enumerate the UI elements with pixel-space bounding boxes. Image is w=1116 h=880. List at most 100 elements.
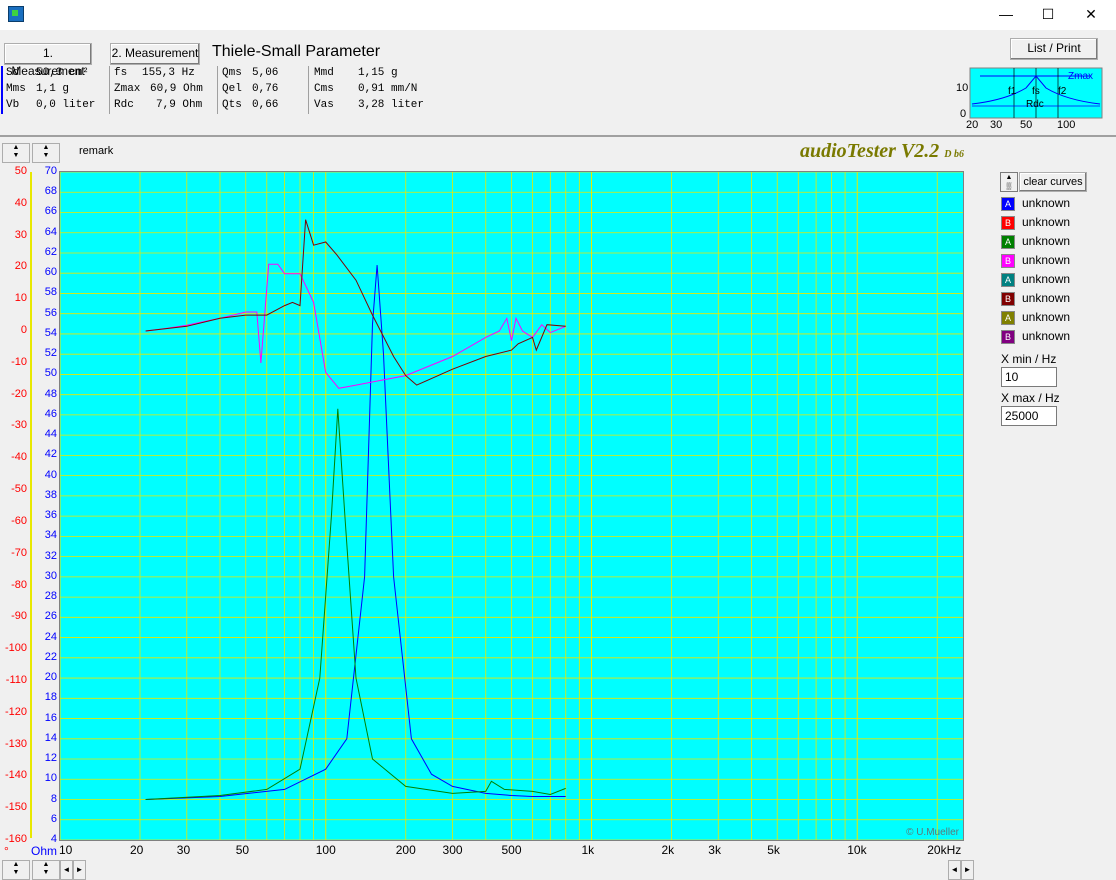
legend-label: unknown — [1022, 215, 1071, 229]
legend-scroll-spinner[interactable]: ▲ ▒ — [1000, 172, 1018, 192]
param-qel-value: 0,76 — [252, 83, 279, 95]
left-axis-scale-spinner[interactable]: ▲ ▼ — [2, 143, 30, 163]
mini-reference-chart: Zmax f1 fs f2 Rdc 10 0 20 30 50 100 — [956, 66, 1104, 132]
x-axis-tick: 20kHz — [927, 843, 962, 857]
param-separator — [109, 66, 110, 114]
param-fs-name: fs — [114, 67, 128, 79]
legend-color-swatch[interactable]: B — [1001, 292, 1015, 306]
x-axis-tick: 300 — [442, 843, 463, 857]
right-axis-tick: 38 — [44, 488, 57, 501]
param-vas-value: 3,28 liter — [358, 99, 425, 111]
param-qel-name: Qel — [222, 83, 242, 95]
xmin-label: X min / Hz — [1001, 352, 1057, 366]
right-axis-tick: 34 — [44, 529, 57, 542]
scroll-right-arrow[interactable]: ► — [73, 860, 86, 880]
legend-label: unknown — [1022, 329, 1071, 343]
legend-item[interactable]: Aunknown — [1001, 233, 1091, 251]
right-axis-tick: 58 — [44, 286, 57, 299]
param-mms-value: 1,1 g — [36, 83, 70, 95]
scroll-left-arrow[interactable]: ◄ — [60, 860, 73, 880]
right-axis-tick: 22 — [44, 650, 57, 663]
tsp-title: Thiele-Small Parameter — [212, 43, 381, 60]
right-axis-tick: 46 — [44, 407, 57, 420]
legend-color-swatch[interactable]: B — [1001, 330, 1015, 344]
right-axis-tick: 70 — [44, 165, 57, 177]
right-axis-tick: 24 — [44, 630, 57, 643]
scroll-right-arrow-end[interactable]: ► — [961, 860, 974, 880]
legend-color-swatch[interactable]: A — [1001, 235, 1015, 249]
right-axis-tick: 28 — [44, 590, 57, 603]
x-axis-tick: 10k — [847, 843, 867, 857]
xmin-input[interactable] — [1001, 367, 1057, 387]
right-axis-tick: 60 — [44, 266, 57, 279]
remark-label: remark — [79, 145, 114, 157]
legend-item[interactable]: Aunknown — [1001, 271, 1091, 289]
legend-color-swatch[interactable]: B — [1001, 254, 1015, 268]
param-qts-name: Qts — [222, 99, 242, 111]
close-button[interactable]: ✕ — [1081, 6, 1101, 22]
right-axis-tick: 62 — [44, 245, 57, 258]
brand-name: audioTester V2.2 — [800, 140, 940, 162]
legend-color-swatch[interactable]: A — [1001, 311, 1015, 325]
param-sd-value: 50,3 cm² — [36, 67, 89, 79]
legend-item[interactable]: Aunknown — [1001, 309, 1091, 327]
plot-area[interactable]: © U.Mueller — [59, 171, 964, 841]
legend-label: unknown — [1022, 196, 1071, 210]
left-axis-tick: -100 — [4, 642, 27, 655]
param-rdc-name: Rdc — [114, 99, 134, 111]
mini-x-tick: 50 — [1020, 119, 1033, 131]
x-axis-tick: 100 — [315, 843, 336, 857]
clear-curves-button[interactable]: clear curves — [1019, 172, 1087, 192]
param-vb-value: 0,0 liter — [36, 99, 96, 111]
legend-item[interactable]: Aunknown — [1001, 195, 1091, 213]
legend-item[interactable]: Bunknown — [1001, 214, 1091, 232]
right-axis-tick: 42 — [44, 448, 57, 461]
x-axis-tick: 10 — [59, 843, 73, 857]
title-bar: — ☐ ✕ — [0, 0, 1116, 30]
legend-color-swatch[interactable]: B — [1001, 216, 1015, 230]
measurement-1-button[interactable]: 1. Measurement — [4, 43, 92, 78]
right-axis-tick: 14 — [44, 731, 57, 744]
bottom-spinner-left[interactable]: ▲ ▼ — [2, 860, 30, 880]
right-axis-tick: 44 — [44, 428, 57, 441]
legend-item[interactable]: Bunknown — [1001, 290, 1091, 308]
left-axis-tick: -40 — [11, 451, 27, 464]
param-mmd-value: 1,15 g — [358, 67, 398, 79]
right-axis-tick: 32 — [44, 549, 57, 562]
left-axis-tick: -140 — [4, 769, 27, 782]
series-line-3 — [145, 219, 566, 386]
mini-x-tick: 100 — [1057, 119, 1076, 131]
right-axis-tick: 40 — [44, 468, 57, 481]
right-axis-tick: 26 — [44, 610, 57, 623]
param-separator — [217, 66, 218, 114]
bottom-spinner-right[interactable]: ▲ ▼ — [32, 860, 60, 880]
minimize-button[interactable]: — — [996, 6, 1016, 22]
left-axis-tick: -70 — [11, 546, 27, 559]
right-axis-scale-spinner[interactable]: ▲ ▼ — [32, 143, 60, 163]
x-axis-tick: 20 — [129, 843, 144, 857]
scroll-left-arrow-end[interactable]: ◄ — [948, 860, 961, 880]
param-separator — [1, 66, 3, 114]
chart-svg — [60, 172, 963, 840]
maximize-button[interactable]: ☐ — [1038, 6, 1058, 22]
param-vb-name: Vb — [6, 99, 20, 111]
measurement-2-button[interactable]: 2. Measurement — [110, 43, 200, 65]
legend-color-swatch[interactable]: A — [1001, 273, 1015, 287]
left-axis-tick: -130 — [4, 737, 27, 750]
list-print-button[interactable]: List / Print — [1010, 38, 1098, 60]
right-axis-tick: 36 — [44, 509, 57, 522]
param-qms-name: Qms — [222, 67, 242, 79]
param-zmax-value: 60,9 Ohm — [150, 83, 203, 95]
series-line-0 — [145, 265, 566, 800]
param-fs-value: 155,3 Hz — [142, 67, 195, 79]
mini-y-tick: 10 — [956, 82, 969, 94]
x-axis-tick: 500 — [501, 843, 522, 857]
legend-color-swatch[interactable]: A — [1001, 197, 1015, 211]
xmax-input[interactable] — [1001, 406, 1057, 426]
mini-x-tick: 20 — [966, 119, 979, 131]
param-rdc-value: 7,9 Ohm — [156, 99, 203, 111]
legend-item[interactable]: Bunknown — [1001, 328, 1091, 346]
xmax-label: X max / Hz — [1001, 391, 1060, 405]
legend-item[interactable]: Bunknown — [1001, 252, 1091, 270]
left-axis-tick: -80 — [11, 578, 27, 591]
